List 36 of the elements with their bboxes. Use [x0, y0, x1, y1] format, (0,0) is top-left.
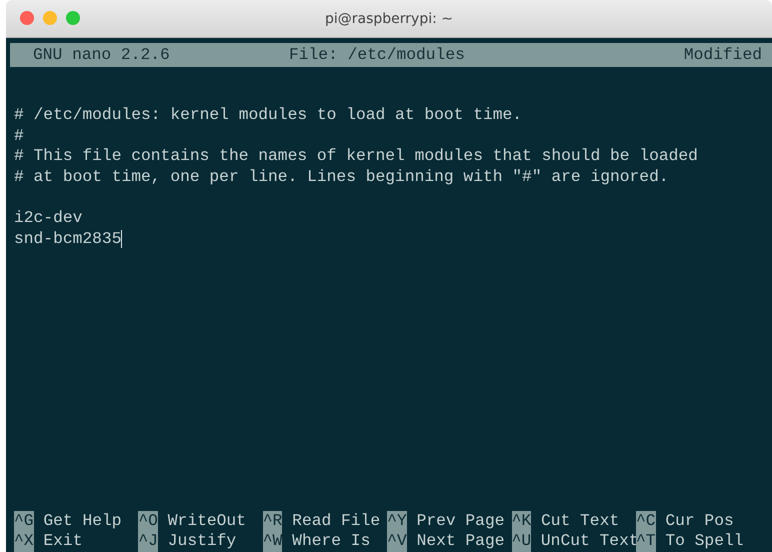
- shortcut-key: ^R: [262, 510, 282, 532]
- shortcut-label: Justify: [166, 531, 236, 552]
- shortcut-key: ^C: [636, 510, 656, 532]
- window-title: pi@raspberrypi: ~: [324, 10, 454, 26]
- editor-version: GNU nano 2.2.6: [33, 44, 171, 66]
- file-line: # This file contains the names of kernel modules that should be loaded: [14, 146, 698, 167]
- shortcut-key: ^G: [14, 510, 34, 532]
- zoom-button[interactable]: [66, 11, 80, 25]
- shortcut-label: Next Page: [416, 531, 504, 552]
- shortcut-label: WriteOut: [166, 510, 246, 532]
- modified-status: Modified: [684, 44, 762, 66]
- file-line: # /etc/modules: kernel modules to load at boot time.: [14, 105, 522, 126]
- shortcut-label: Exit: [42, 531, 82, 552]
- file-name: File: /etc/modules: [289, 44, 466, 66]
- shortcut-key: ^J: [138, 531, 158, 552]
- shortcut-label: Prev Page: [416, 510, 504, 532]
- file-line: i2c-dev: [14, 208, 82, 229]
- shortcut-key: ^Y: [387, 510, 407, 532]
- close-button[interactable]: [20, 11, 34, 25]
- file-line: # at boot time, one per line. Lines beginning with "#" are ignored.: [14, 166, 669, 188]
- shortcut-key: ^U: [512, 531, 532, 552]
- shortcut-label: Get Help: [42, 510, 122, 532]
- shortcut-label: To Spell: [664, 531, 744, 552]
- shortcut-key: ^O: [138, 510, 158, 532]
- file-line: #: [14, 126, 24, 146]
- shortcut-label: Read File: [291, 510, 380, 532]
- file-line: snd-bcm2835: [14, 228, 122, 250]
- shortcut-label: Cut Text: [540, 510, 620, 532]
- shortcut-key: ^V: [387, 531, 407, 552]
- shortcut-key: ^W: [262, 531, 282, 552]
- shortcut-key: ^K: [512, 510, 532, 532]
- shortcut-label: Where Is: [291, 531, 370, 552]
- shortcut-label: Cur Pos: [664, 510, 734, 532]
- shortcut-key: ^X: [14, 531, 34, 552]
- minimize-button[interactable]: [43, 11, 57, 25]
- shortcut-key: ^T: [636, 531, 656, 552]
